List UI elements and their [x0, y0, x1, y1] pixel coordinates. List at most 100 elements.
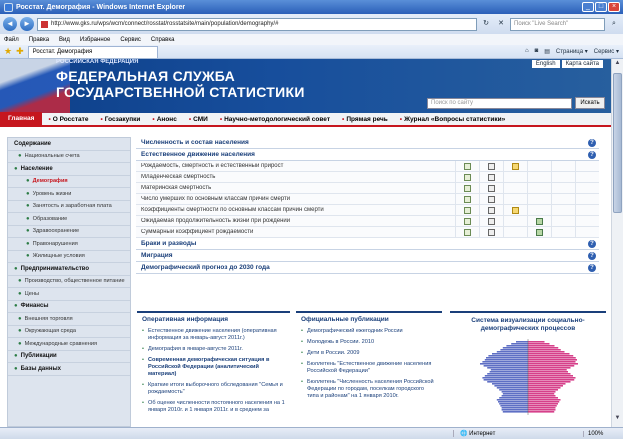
nav-main[interactable]: Главная — [0, 112, 43, 126]
population-pyramid-image[interactable] — [473, 337, 583, 417]
sidebar-item-production[interactable]: ● Производство, общественное питание — [8, 276, 130, 288]
maximize-button[interactable]: □ — [595, 2, 607, 12]
table-file-icon[interactable] — [464, 228, 471, 236]
indicator-row[interactable]: Рождаемость, смертность и естественный п… — [136, 160, 599, 172]
section-natural-movement[interactable]: Естественное движение населения? — [136, 149, 599, 161]
nav-speech[interactable]: • Прямая речь — [336, 116, 394, 123]
sidebar-item-contents[interactable]: Содержание — [8, 138, 130, 151]
nav-about[interactable]: • О Росстате — [42, 116, 94, 123]
help-icon[interactable]: ? — [588, 264, 596, 272]
table-file-icon[interactable] — [464, 206, 471, 214]
sidebar-item-publications[interactable]: ● Публикации — [8, 351, 130, 363]
publication-item[interactable]: Дети в России. 2009 — [296, 348, 442, 359]
menu-favorites[interactable]: Избранное — [80, 37, 110, 43]
search-icon[interactable]: ⌕ — [608, 18, 620, 31]
add-favorites-icon[interactable]: ✚ — [16, 46, 24, 57]
sidebar-item-crime[interactable]: ● Правонарушения — [8, 238, 130, 251]
menu-file[interactable]: Файл — [4, 37, 19, 43]
doc-file-icon[interactable] — [488, 195, 495, 203]
doc-file-icon[interactable] — [488, 162, 495, 170]
english-link[interactable]: English — [531, 60, 560, 68]
site-search-button[interactable]: Искать — [575, 97, 605, 109]
sidebar-item-databases[interactable]: ● Базы данных — [8, 363, 130, 376]
publication-item[interactable]: Бюллетень "Естественное движение населен… — [296, 359, 442, 377]
sidebar-item-education[interactable]: ● Образование — [8, 213, 130, 226]
live-search-input[interactable]: Поиск "Live Search" — [510, 17, 605, 31]
operative-item[interactable]: Современная демографическая ситуация в Р… — [137, 355, 290, 380]
print-icon[interactable]: ▤ — [544, 48, 550, 55]
section-population-structure[interactable]: Численность и состав населения? — [136, 137, 599, 149]
operative-item[interactable]: Естественное движение населения (операти… — [137, 326, 290, 344]
sidebar-item-international[interactable]: ● Международные сравнения — [8, 338, 130, 351]
doc-file-icon[interactable] — [488, 217, 495, 225]
img-file-icon[interactable] — [536, 217, 543, 225]
menu-tools[interactable]: Сервис — [120, 37, 141, 43]
tab-rosstat[interactable]: Росстат. Демография — [27, 45, 158, 58]
vertical-scrollbar[interactable]: ▲ ▼ — [611, 59, 623, 427]
doc-file-icon[interactable] — [488, 228, 495, 236]
scroll-down-icon[interactable]: ▼ — [613, 415, 622, 425]
help-icon[interactable]: ? — [588, 139, 596, 147]
help-icon[interactable]: ? — [588, 252, 596, 260]
sidebar-item-national-accounts[interactable]: ● Национальные счета — [8, 151, 130, 163]
nav-announce[interactable]: • Анонс — [146, 116, 182, 123]
url-field[interactable]: http://www.gks.ru/wps/wcm/connect/rossta… — [37, 17, 477, 31]
indicator-row[interactable]: Ожидаемая продолжительность жизни при ро… — [136, 215, 599, 227]
close-button[interactable]: × — [608, 2, 620, 12]
section-migration[interactable]: Миграция? — [136, 250, 599, 262]
scroll-up-icon[interactable]: ▲ — [613, 60, 622, 70]
sitemap-link[interactable]: Карта сайта — [561, 60, 603, 68]
scroll-thumb[interactable] — [613, 73, 622, 213]
nav-journal[interactable]: • Журнал «Вопросы статистики» — [394, 116, 511, 123]
table-file-icon[interactable] — [464, 195, 471, 203]
nav-procurement[interactable]: • Госзакупки — [94, 116, 146, 123]
section-marriage-divorce[interactable]: Браки и разводы? — [136, 238, 599, 250]
xls-file-icon[interactable] — [512, 162, 519, 170]
operative-item[interactable]: Краткие итоги выборочного обследования "… — [137, 380, 290, 398]
img-file-icon[interactable] — [536, 228, 543, 236]
sidebar-item-foreign-trade[interactable]: ● Внешняя торговля — [8, 313, 130, 326]
indicator-row[interactable]: Материнская смертность — [136, 182, 599, 194]
help-icon[interactable]: ? — [588, 151, 596, 159]
back-icon[interactable]: ◄ — [3, 17, 17, 31]
table-file-icon[interactable] — [464, 173, 471, 181]
doc-file-icon[interactable] — [488, 206, 495, 214]
sidebar-item-demography[interactable]: ● Демография — [8, 176, 130, 188]
table-file-icon[interactable] — [464, 184, 471, 192]
indicator-row[interactable]: Коэффициенты смертности по основным клас… — [136, 204, 599, 216]
stop-icon[interactable]: ✕ — [495, 18, 507, 31]
sidebar-item-living-standard[interactable]: ● Уровень жизни — [8, 188, 130, 201]
sidebar-item-finance[interactable]: ● Финансы — [8, 301, 130, 313]
indicator-row[interactable]: Суммарный коэффициент рождаемости — [136, 226, 599, 238]
favorites-star-icon[interactable]: ★ — [4, 46, 12, 57]
sidebar-item-population[interactable]: ● Население — [8, 163, 130, 176]
menu-edit[interactable]: Правка — [29, 37, 49, 43]
doc-file-icon[interactable] — [488, 173, 495, 181]
sidebar-item-business[interactable]: ● Предпринимательство — [8, 263, 130, 276]
nav-media[interactable]: • СМИ — [183, 116, 214, 123]
help-icon[interactable]: ? — [588, 240, 596, 248]
sidebar-item-prices[interactable]: ● Цены — [8, 288, 130, 301]
sidebar-item-environment[interactable]: ● Окружающая среда — [8, 326, 130, 338]
forward-icon[interactable]: ► — [20, 17, 34, 31]
sidebar-item-employment[interactable]: ● Занятость и заработная плата — [8, 201, 130, 213]
site-search-input[interactable]: Поиск по сайту — [427, 98, 572, 109]
indicator-row[interactable]: Число умерших по основным классам причин… — [136, 193, 599, 205]
home-icon[interactable]: ⌂ — [525, 48, 529, 55]
sidebar-item-health[interactable]: ● Здравоохранение — [8, 226, 130, 238]
menu-view[interactable]: Вид — [59, 37, 70, 43]
menu-help[interactable]: Справка — [151, 37, 175, 43]
xls-file-icon[interactable] — [512, 206, 519, 214]
page-menu[interactable]: Страница ▾ — [556, 48, 588, 55]
doc-file-icon[interactable] — [488, 184, 495, 192]
sidebar-item-housing[interactable]: ● Жилищные условия — [8, 251, 130, 263]
nav-council[interactable]: • Научно-методологический совет — [214, 116, 336, 123]
refresh-icon[interactable]: ↻ — [480, 18, 492, 31]
tools-menu[interactable]: Сервис ▾ — [594, 48, 619, 55]
feeds-icon[interactable]: ◙ — [535, 48, 539, 55]
zoom-level[interactable]: 100% — [583, 430, 623, 437]
publication-item[interactable]: Бюллетень "Численность населения Российс… — [296, 377, 442, 402]
publication-item[interactable]: Молодежь в России. 2010 — [296, 337, 442, 348]
table-file-icon[interactable] — [464, 162, 471, 170]
minimize-button[interactable]: _ — [582, 2, 594, 12]
